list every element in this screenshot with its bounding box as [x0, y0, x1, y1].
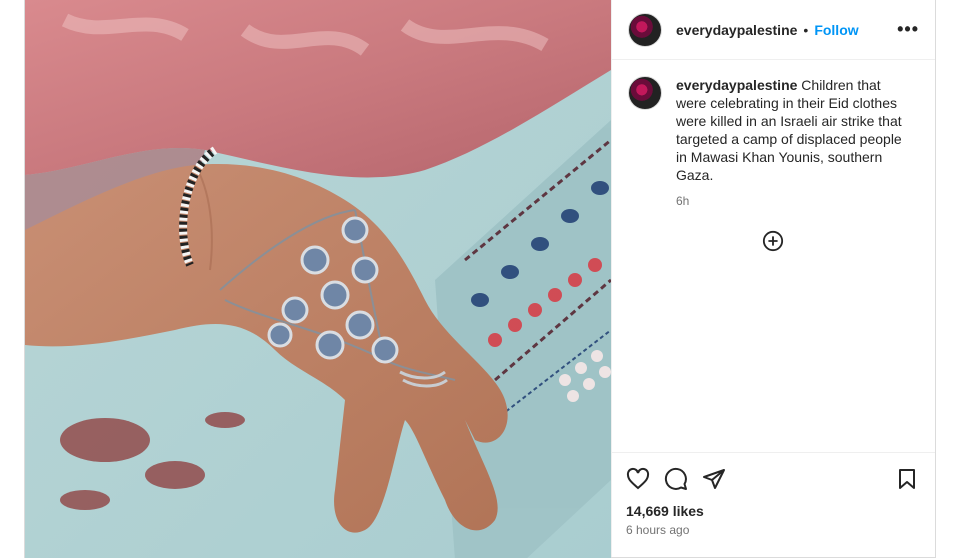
caption-username[interactable]: everydaypalestine: [676, 77, 797, 93]
post-photo[interactable]: [25, 0, 611, 558]
post-header: everydaypalestine • Follow •••: [612, 0, 935, 60]
bookmark-icon[interactable]: [895, 467, 919, 491]
follow-button[interactable]: Follow: [814, 22, 858, 38]
post-actions: 14,669 likes 6 hours ago: [612, 452, 935, 537]
likes-count[interactable]: 14,669 likes: [626, 503, 919, 519]
photo-hand-with-jewelry: [25, 0, 611, 558]
post-timestamp[interactable]: 6 hours ago: [626, 523, 919, 537]
instagram-post: everydaypalestine • Follow ••• everydayp…: [24, 0, 936, 558]
post-sidebar: everydaypalestine • Follow ••• everydayp…: [611, 0, 935, 557]
post-author-username[interactable]: everydaypalestine: [676, 22, 797, 38]
more-options-icon[interactable]: •••: [897, 19, 919, 40]
caption-age[interactable]: 6h: [676, 192, 908, 210]
avatar[interactable]: [628, 12, 662, 47]
caption-avatar[interactable]: [628, 76, 662, 110]
comment-icon[interactable]: [664, 467, 688, 491]
heart-icon[interactable]: [626, 467, 650, 491]
paper-plane-icon[interactable]: [702, 467, 726, 491]
action-icons: [626, 465, 919, 493]
header-separator: •: [803, 21, 809, 38]
post-caption: everydaypalestine Children that were cel…: [612, 60, 935, 210]
plus-circle-icon[interactable]: [762, 230, 784, 252]
caption-body: everydaypalestine Children that were cel…: [676, 76, 908, 210]
